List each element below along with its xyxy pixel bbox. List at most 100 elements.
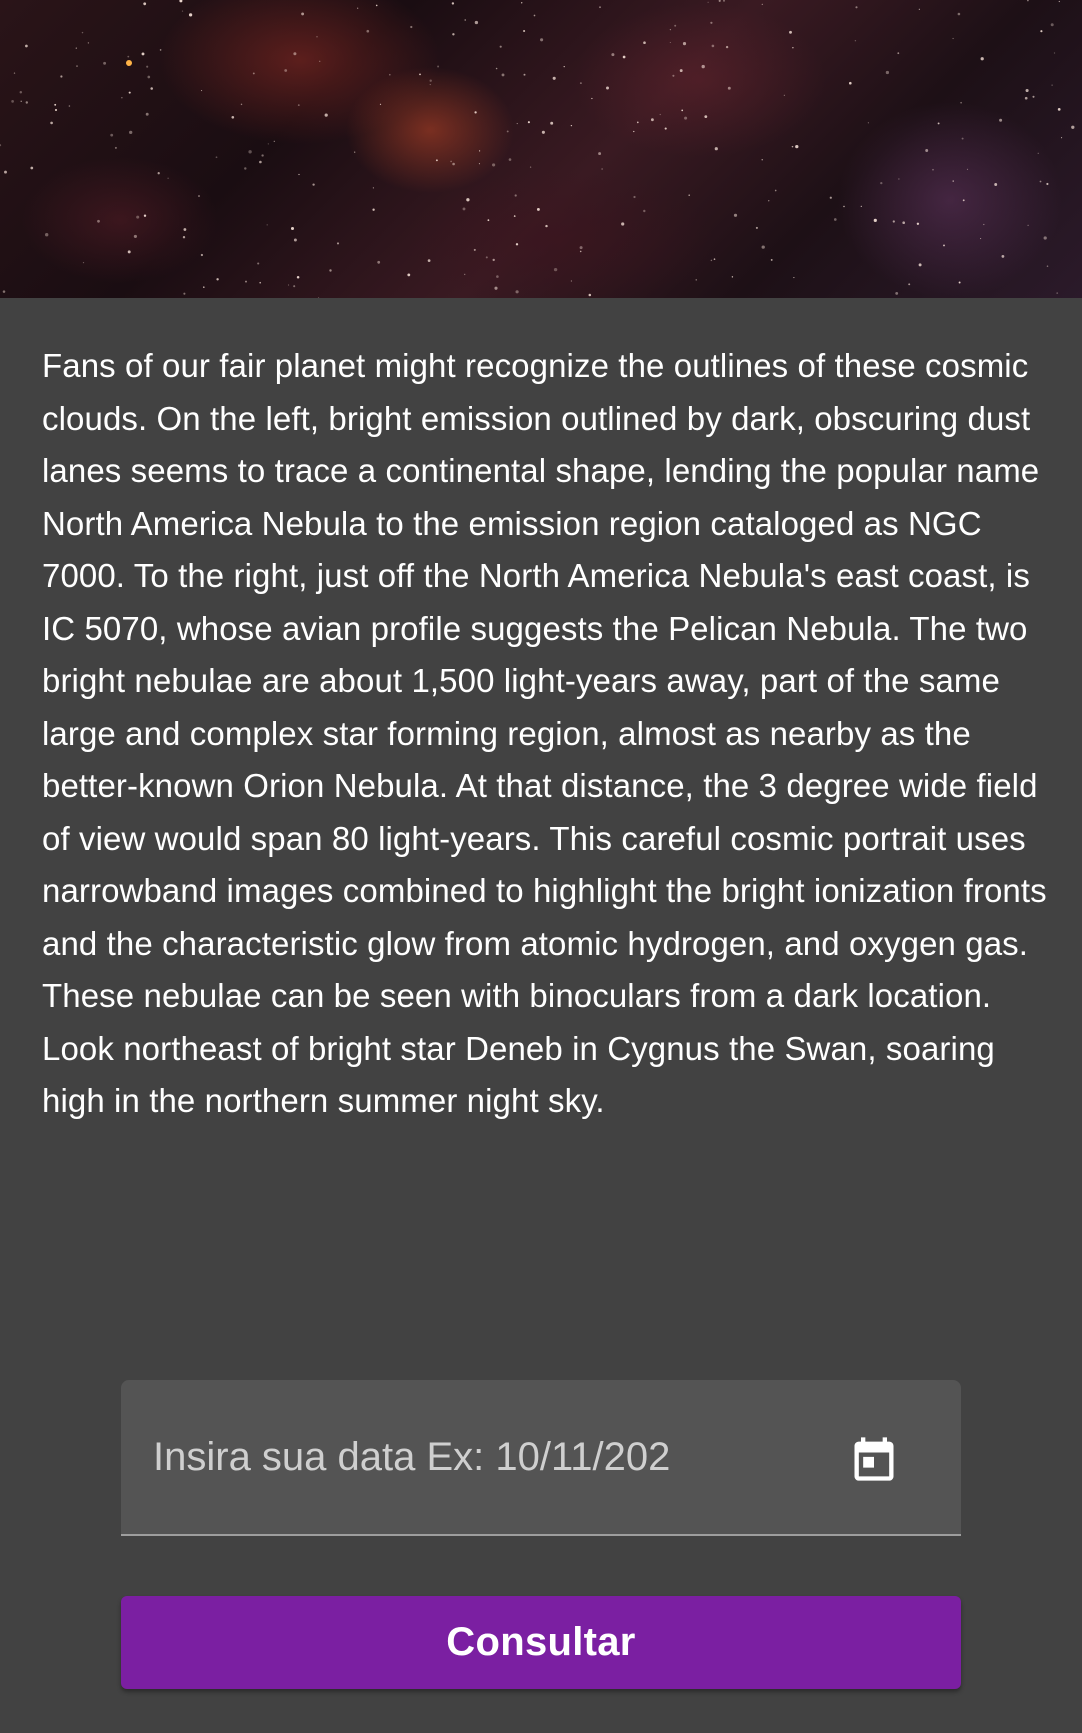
star [357, 7, 359, 9]
star [918, 263, 922, 267]
star [669, 28, 672, 31]
bright-star [126, 60, 132, 66]
star [54, 108, 58, 112]
star [407, 273, 411, 277]
star [1046, 182, 1049, 186]
star [451, 2, 455, 5]
star [244, 167, 247, 170]
star [515, 290, 519, 294]
star [366, 29, 370, 33]
star [496, 275, 499, 278]
star [167, 177, 169, 179]
star [523, 29, 526, 33]
star [674, 24, 677, 27]
star [681, 109, 684, 112]
star [150, 87, 153, 90]
star [633, 130, 635, 133]
star [1046, 265, 1049, 267]
star [147, 75, 151, 79]
star [664, 127, 667, 130]
star [925, 149, 929, 152]
star [783, 94, 785, 96]
star [867, 122, 870, 124]
star [908, 283, 911, 286]
star [552, 76, 556, 80]
star [849, 81, 852, 85]
star [200, 253, 204, 257]
star [684, 116, 688, 120]
star [183, 292, 186, 295]
star [516, 123, 518, 125]
star [1024, 96, 1028, 100]
star [452, 33, 455, 36]
star [1071, 125, 1075, 129]
date-input[interactable] [153, 1380, 853, 1534]
star [76, 65, 78, 67]
star [427, 259, 431, 262]
star [1025, 88, 1029, 93]
star [141, 52, 145, 56]
star [952, 37, 954, 40]
star [301, 12, 305, 16]
star [579, 82, 582, 85]
star [389, 73, 391, 76]
star [761, 159, 763, 161]
star [588, 293, 592, 297]
consultar-button[interactable]: Consultar [121, 1596, 961, 1689]
star [288, 284, 290, 286]
calendar-button[interactable] [843, 1428, 905, 1490]
star [513, 215, 516, 217]
star [601, 168, 603, 170]
star [960, 101, 962, 104]
star [45, 233, 49, 237]
star [462, 207, 466, 211]
star [643, 41, 646, 45]
star [293, 52, 297, 56]
star [495, 67, 498, 70]
star [1051, 84, 1053, 86]
star [4, 170, 7, 174]
star [541, 130, 545, 134]
star [494, 286, 498, 290]
star [598, 152, 602, 156]
star [410, 25, 413, 29]
star [789, 30, 792, 34]
star [1027, 224, 1029, 226]
star [621, 222, 625, 226]
star [372, 208, 375, 211]
star [25, 44, 28, 48]
star [937, 122, 940, 125]
star [375, 4, 378, 7]
star [701, 64, 705, 69]
star [570, 124, 573, 127]
star [198, 195, 200, 197]
star [916, 222, 920, 225]
star [679, 69, 683, 73]
star [854, 40, 857, 42]
star [297, 104, 300, 106]
star [768, 200, 770, 202]
star [312, 183, 315, 186]
star [711, 44, 715, 48]
star [714, 147, 718, 151]
star [284, 69, 288, 72]
star [860, 205, 862, 208]
date-field[interactable] [121, 1380, 961, 1536]
star [704, 115, 708, 118]
star [952, 180, 954, 182]
star [203, 286, 205, 288]
star [329, 269, 332, 272]
star [506, 130, 509, 133]
star [791, 145, 794, 148]
star [550, 121, 554, 125]
star [216, 278, 219, 281]
star [479, 150, 481, 152]
star [515, 243, 519, 246]
star [545, 224, 548, 228]
star [570, 280, 573, 282]
star [201, 90, 203, 92]
star [710, 259, 713, 262]
star [633, 195, 636, 199]
star [892, 220, 895, 223]
star [143, 2, 147, 6]
